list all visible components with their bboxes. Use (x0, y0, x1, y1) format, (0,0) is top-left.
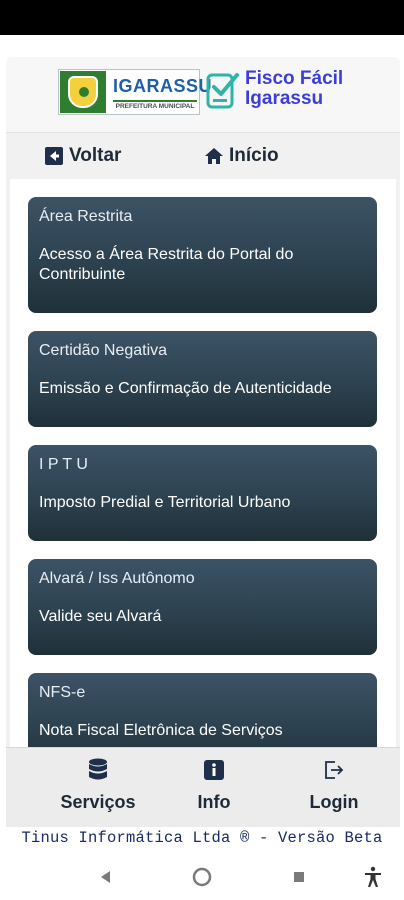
home-icon (205, 148, 223, 164)
brand-header: IGARASSU PREFEITURA MUNICIPAL Fisco Fáci… (6, 57, 400, 133)
card-description: Nota Fiscal Eletrônica de Serviços (39, 722, 283, 739)
services-list: Área Restrita Acesso a Área Restrita do … (10, 179, 396, 747)
tab-label: Info (197, 792, 231, 812)
checklist-icon (206, 73, 239, 109)
tab-label: Serviços (60, 792, 136, 812)
card-title: Área Restrita (39, 208, 133, 225)
app-title: Fisco Fácil Igarassu (245, 69, 343, 109)
sign-out-icon (325, 761, 344, 779)
bottom-tab-bar: Serviços Info Login (6, 747, 400, 827)
system-home-button[interactable] (191, 866, 213, 888)
version-footer: Tinus Informática Ltda ® - Versão Beta (21, 829, 383, 847)
back-button[interactable]: Voltar (44, 143, 121, 169)
accessibility-icon (365, 866, 381, 887)
database-icon (89, 758, 107, 780)
info-icon (204, 760, 224, 780)
card-description: Acesso a Área Restrita do Portal do Cont… (39, 246, 294, 283)
card-title: Certidão Negativa (39, 342, 168, 359)
app-window: IGARASSU PREFEITURA MUNICIPAL Fisco Fáci… (6, 57, 400, 827)
accessibility-button[interactable] (362, 866, 384, 888)
card-description: Imposto Predial e Territorial Urbano (39, 494, 291, 511)
system-back-button[interactable] (94, 866, 116, 888)
crest-icon (60, 71, 106, 113)
logo-subtitle: PREFEITURA MUNICIPAL (113, 100, 197, 110)
card-area-restrita[interactable]: Área Restrita Acesso a Área Restrita do … (28, 197, 377, 313)
home-label: Início (229, 145, 279, 166)
card-certidao-negativa[interactable]: Certidão Negativa Emissão e Confirmação … (28, 331, 377, 427)
card-iptu[interactable]: I P T U Imposto Predial e Territorial Ur… (28, 445, 377, 541)
card-nfse[interactable]: NFS-e Nota Fiscal Eletrônica de Serviços (28, 673, 377, 747)
status-bar (0, 0, 404, 35)
card-description: Emissão e Confirmação de Autenticidade (39, 380, 332, 397)
tab-servicos[interactable]: Serviços (46, 748, 150, 828)
card-title: Alvará / Iss Autônomo (39, 570, 195, 587)
triangle-back-icon (101, 871, 110, 883)
app-title-line2: Igarassu (245, 88, 324, 109)
circle-home-icon (192, 867, 212, 887)
tab-info[interactable]: Info (184, 748, 244, 828)
card-description: Valide seu Alvará (39, 608, 162, 625)
system-nav-bar (0, 852, 404, 900)
square-recents-icon (294, 872, 304, 882)
logo-name: IGARASSU (113, 76, 213, 96)
home-button[interactable]: Início (204, 143, 279, 169)
tab-label: Login (309, 792, 359, 812)
top-nav: Voltar Início (6, 133, 400, 179)
arrow-left-box-icon (45, 147, 63, 165)
app-title-line1: Fisco Fácil (245, 68, 344, 89)
card-title: I P T U (39, 456, 88, 473)
tab-login[interactable]: Login (294, 748, 374, 828)
system-recents-button[interactable] (288, 866, 310, 888)
back-label: Voltar (69, 145, 122, 166)
igarassu-logo: IGARASSU PREFEITURA MUNICIPAL (58, 69, 212, 115)
card-alvara[interactable]: Alvará / Iss Autônomo Valide seu Alvará (28, 559, 377, 655)
card-title: NFS-e (39, 684, 86, 701)
